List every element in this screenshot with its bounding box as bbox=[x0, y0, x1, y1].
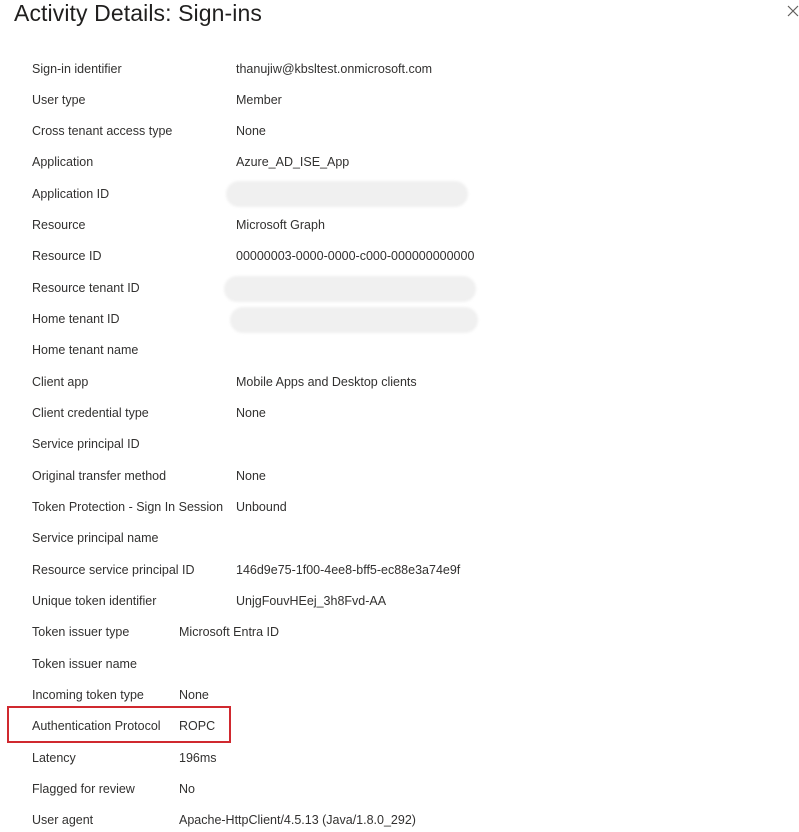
detail-value: thanujiw@kbsltest.onmicrosoft.com bbox=[236, 62, 433, 76]
detail-value: Microsoft Graph bbox=[236, 218, 325, 232]
detail-row-token-issuer-type: Token issuer type Microsoft Entra ID bbox=[0, 620, 799, 644]
detail-row-home-tenant-id: Home tenant ID bbox=[0, 307, 799, 333]
detail-value: None bbox=[236, 406, 266, 420]
detail-row-client-app: Client app Mobile Apps and Desktop clien… bbox=[0, 370, 799, 394]
detail-label: Cross tenant access type bbox=[32, 124, 173, 138]
detail-label: Application bbox=[32, 155, 94, 169]
detail-value: Mobile Apps and Desktop clients bbox=[236, 375, 417, 389]
detail-label: Client app bbox=[32, 375, 89, 389]
detail-row-resource: Resource Microsoft Graph bbox=[0, 213, 799, 237]
detail-row-sign-in-identifier: Sign-in identifier thanujiw@kbsltest.onm… bbox=[0, 57, 799, 81]
detail-row-flagged-for-review: Flagged for review No bbox=[0, 777, 799, 801]
redaction-mark bbox=[230, 307, 478, 333]
detail-row-application: Application Azure_AD_ISE_App bbox=[0, 150, 799, 174]
detail-label: Service principal name bbox=[32, 531, 159, 545]
detail-label: Token issuer name bbox=[32, 657, 137, 671]
detail-value: None bbox=[236, 469, 266, 483]
detail-label: User agent bbox=[32, 813, 94, 827]
detail-row-latency: Latency 196ms bbox=[0, 746, 799, 770]
detail-row-incoming-token-type: Incoming token type None bbox=[0, 683, 799, 707]
detail-value: None bbox=[236, 124, 266, 138]
detail-label: Resource bbox=[32, 218, 86, 232]
detail-value: None bbox=[179, 688, 209, 702]
detail-row-home-tenant-name: Home tenant name bbox=[0, 338, 799, 362]
detail-row-client-credential-type: Client credential type None bbox=[0, 401, 799, 425]
detail-value: Microsoft Entra ID bbox=[179, 625, 280, 639]
highlight-box bbox=[7, 706, 231, 743]
redaction-mark bbox=[226, 181, 468, 207]
detail-label: User type bbox=[32, 93, 86, 107]
detail-label: Incoming token type bbox=[32, 688, 144, 702]
detail-value: Member bbox=[236, 93, 282, 107]
detail-value: Azure_AD_ISE_App bbox=[236, 155, 350, 169]
detail-label: Service principal ID bbox=[32, 437, 140, 451]
detail-row-token-issuer-name: Token issuer name bbox=[0, 652, 799, 676]
detail-label: Home tenant ID bbox=[32, 312, 120, 326]
detail-row-original-transfer-method: Original transfer method None bbox=[0, 464, 799, 488]
detail-row-service-principal-id: Service principal ID bbox=[0, 432, 799, 456]
detail-row-resource-id: Resource ID 00000003-0000-0000-c000-0000… bbox=[0, 244, 799, 268]
redaction-mark bbox=[224, 276, 476, 302]
detail-value: No bbox=[179, 782, 195, 796]
detail-value: Apache-HttpClient/4.5.13 (Java/1.8.0_292… bbox=[179, 813, 416, 827]
detail-label: Home tenant name bbox=[32, 343, 139, 357]
detail-label: Application ID bbox=[32, 187, 110, 201]
detail-label: Sign-in identifier bbox=[32, 62, 122, 76]
detail-row-resource-tenant-id: Resource tenant ID bbox=[0, 276, 799, 302]
detail-row-cross-tenant-access-type: Cross tenant access type None bbox=[0, 119, 799, 143]
detail-label: Flagged for review bbox=[32, 782, 135, 796]
detail-value: 00000003-0000-0000-c000-000000000000 bbox=[236, 249, 475, 263]
detail-label: Client credential type bbox=[32, 406, 149, 420]
detail-label: Resource ID bbox=[32, 249, 102, 263]
detail-value: 196ms bbox=[179, 751, 217, 765]
detail-value: 146d9e75-1f00-4ee8-bff5-ec88e3a74e9f bbox=[236, 563, 461, 577]
detail-label: Resource service principal ID bbox=[32, 563, 195, 577]
detail-row-resource-service-principal-id: Resource service principal ID 146d9e75-1… bbox=[0, 558, 799, 582]
detail-value: UnjgFouvHEej_3h8Fvd-AA bbox=[236, 594, 387, 608]
detail-label: Token Protection - Sign In Session bbox=[32, 500, 224, 514]
detail-label: Original transfer method bbox=[32, 469, 167, 483]
detail-row-service-principal-name: Service principal name bbox=[0, 526, 799, 550]
detail-row-user-type: User type Member bbox=[0, 88, 799, 112]
detail-label: Unique token identifier bbox=[32, 594, 157, 608]
detail-row-token-protection: Token Protection - Sign In Session Unbou… bbox=[0, 495, 799, 519]
detail-label: Latency bbox=[32, 751, 76, 765]
detail-label: Token issuer type bbox=[32, 625, 130, 639]
detail-row-unique-token-identifier: Unique token identifier UnjgFouvHEej_3h8… bbox=[0, 589, 799, 613]
detail-label: Resource tenant ID bbox=[32, 281, 140, 295]
detail-row-application-id: Application ID bbox=[0, 181, 799, 207]
detail-row-user-agent: User agent Apache-HttpClient/4.5.13 (Jav… bbox=[0, 808, 799, 832]
detail-value: Unbound bbox=[236, 500, 287, 514]
